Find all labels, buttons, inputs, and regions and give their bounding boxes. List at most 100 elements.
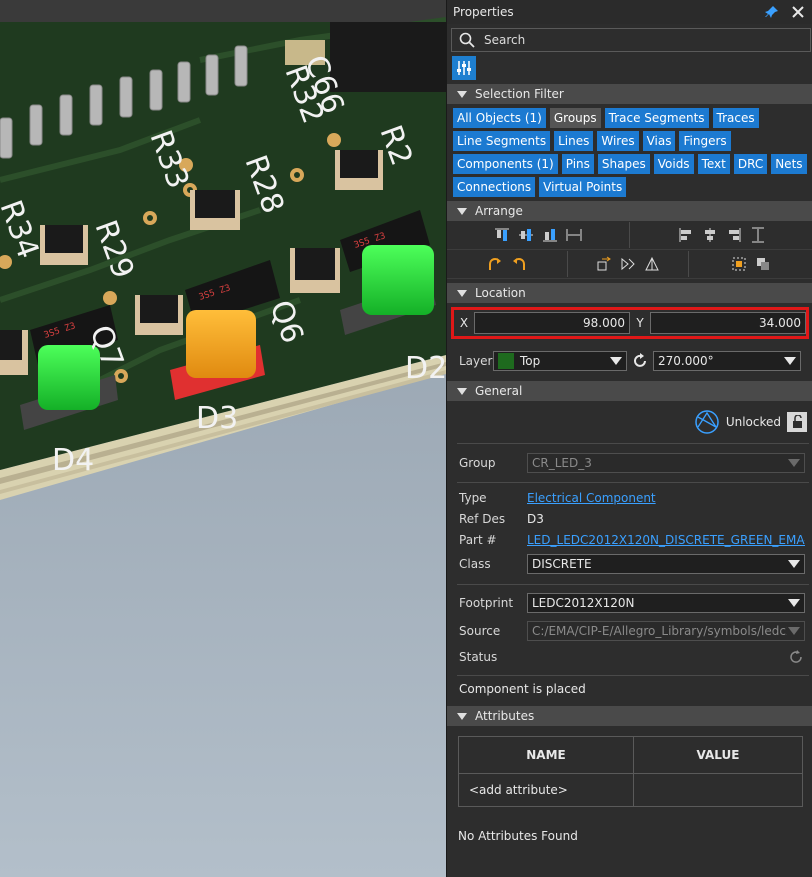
mirror-icon[interactable] <box>643 255 661 273</box>
distribute-horizontal-icon[interactable] <box>565 226 583 244</box>
search-input[interactable] <box>482 32 786 48</box>
part-row: Part # LED_LEDC2012X120N_DISCRETE_GREEN_… <box>447 529 812 550</box>
filter-tag[interactable]: Traces <box>712 108 759 128</box>
distribute-vertical-icon[interactable] <box>749 226 767 244</box>
section-attributes[interactable]: Attributes <box>447 706 812 726</box>
rotate-left-icon[interactable] <box>510 255 528 273</box>
group-value: CR_LED_3 <box>532 456 592 470</box>
filter-tag[interactable]: Lines <box>554 131 594 151</box>
silk-label: D2 <box>405 351 446 386</box>
panel-title: Properties <box>453 5 514 19</box>
search-icon <box>458 31 476 49</box>
class-label: Class <box>459 557 491 571</box>
filter-tag[interactable]: Vias <box>642 131 676 151</box>
column-header-value[interactable]: VALUE <box>633 736 803 774</box>
table-row: <add attribute> <box>458 773 803 807</box>
layer-color-swatch <box>498 353 514 369</box>
source-label: Source <box>459 624 501 638</box>
search-field[interactable] <box>451 28 811 52</box>
refresh-icon[interactable] <box>787 648 805 666</box>
section-title: Selection Filter <box>475 87 564 101</box>
rotate-right-icon[interactable] <box>486 255 504 273</box>
chevron-down-icon <box>610 357 622 365</box>
group-row: Group CR_LED_3 <box>447 448 812 478</box>
pcb-3d-viewport[interactable]: 3S5 Z3 3S5 Z3 3S5 Z3 R34 R29 R33 R28 R32… <box>0 0 446 877</box>
filter-tag[interactable]: Virtual Points <box>539 177 627 197</box>
filter-tag[interactable]: Nets <box>771 154 807 174</box>
distribute-bottom-icon[interactable] <box>541 226 559 244</box>
filter-tag[interactable]: Trace Segments <box>604 108 709 128</box>
class-select[interactable]: DISCRETE <box>527 554 805 574</box>
swap-icon[interactable] <box>595 255 613 273</box>
filter-tag[interactable]: Connections <box>453 177 536 197</box>
layer-select[interactable]: Top <box>493 351 627 371</box>
filter-tag[interactable]: Line Segments <box>453 131 551 151</box>
footprint-row: Footprint LEDC2012X120N <box>447 589 812 617</box>
rotation-select[interactable]: 270.000° <box>653 351 801 371</box>
divider <box>457 482 809 483</box>
properties-panel: Properties Selection Filter All Objects … <box>446 0 812 877</box>
placement-status: Component is placed <box>459 682 586 696</box>
divider <box>457 584 809 585</box>
footprint-label: Footprint <box>459 596 514 610</box>
placed-row: Component is placed <box>447 676 812 702</box>
close-icon[interactable] <box>789 3 807 21</box>
rotation-icon <box>631 352 649 370</box>
distribute-middle-icon[interactable] <box>517 226 535 244</box>
source-value: C:/EMA/CIP-E/Allegro_Library/symbols/led… <box>532 624 787 638</box>
filter-tag[interactable]: Pins <box>561 154 594 174</box>
x-input[interactable]: 98.000 <box>474 312 630 334</box>
select-area-icon[interactable] <box>730 255 748 273</box>
value-cell[interactable] <box>633 773 803 807</box>
collapse-triangle-icon <box>457 90 467 98</box>
filter-tag[interactable]: Groups <box>549 108 601 128</box>
distribute-group <box>447 226 629 244</box>
group-select: CR_LED_3 <box>527 453 805 473</box>
add-attribute-cell[interactable]: <add attribute> <box>458 773 634 807</box>
chevron-down-icon <box>788 599 800 607</box>
align-center-icon[interactable] <box>701 226 719 244</box>
collapse-triangle-icon <box>457 289 467 297</box>
section-location[interactable]: Location <box>447 283 812 303</box>
pin-icon[interactable] <box>763 3 781 21</box>
chevron-down-icon <box>788 560 800 568</box>
section-title: Arrange <box>475 204 523 218</box>
rotate-group <box>447 255 567 273</box>
filter-tag[interactable]: Fingers <box>679 131 731 151</box>
align-left-icon[interactable] <box>677 226 695 244</box>
filter-tag[interactable]: Shapes <box>597 154 650 174</box>
section-general[interactable]: General <box>447 381 812 401</box>
filter-tag[interactable]: Voids <box>653 154 694 174</box>
panel-titlebar: Properties <box>447 0 812 24</box>
filter-tag[interactable]: Text <box>697 154 730 174</box>
lock-status: Unlocked <box>725 415 781 429</box>
part-link[interactable]: LED_LEDC2012X120N_DISCRETE_GREEN_EMA-000… <box>527 533 805 547</box>
layer-row: Layer Top 270.000° <box>447 349 812 373</box>
type-link[interactable]: Electrical Component <box>527 491 656 505</box>
filter-tag[interactable]: All Objects (1) <box>453 108 546 128</box>
pcb-render: 3S5 Z3 3S5 Z3 3S5 Z3 R34 R29 R33 R28 R32… <box>0 0 446 877</box>
refdes-row: Ref Des D3 <box>447 508 812 529</box>
column-header-name[interactable]: NAME <box>458 736 634 774</box>
status-label: Status <box>459 650 498 664</box>
filter-settings-button[interactable] <box>452 56 476 80</box>
section-arrange[interactable]: Arrange <box>447 201 812 221</box>
align-group <box>630 226 812 244</box>
arrange-row-1 <box>447 221 812 250</box>
collapse-triangle-icon <box>457 387 467 395</box>
y-input[interactable]: 34.000 <box>650 312 806 334</box>
align-right-icon[interactable] <box>725 226 743 244</box>
filter-tag[interactable]: DRC <box>733 154 768 174</box>
divider <box>457 443 809 444</box>
section-selection-filter[interactable]: Selection Filter <box>447 84 812 104</box>
layer-value: Top <box>520 354 541 368</box>
footprint-select[interactable]: LEDC2012X120N <box>527 593 805 613</box>
filter-tag[interactable]: Components (1) <box>453 154 558 174</box>
group-icon[interactable] <box>754 255 772 273</box>
unlock-icon[interactable] <box>787 412 807 432</box>
flip-icon[interactable] <box>619 255 637 273</box>
distribute-top-icon[interactable] <box>493 226 511 244</box>
section-title: Location <box>475 286 526 300</box>
filter-tag[interactable]: Wires <box>597 131 639 151</box>
section-title: Attributes <box>475 709 535 723</box>
